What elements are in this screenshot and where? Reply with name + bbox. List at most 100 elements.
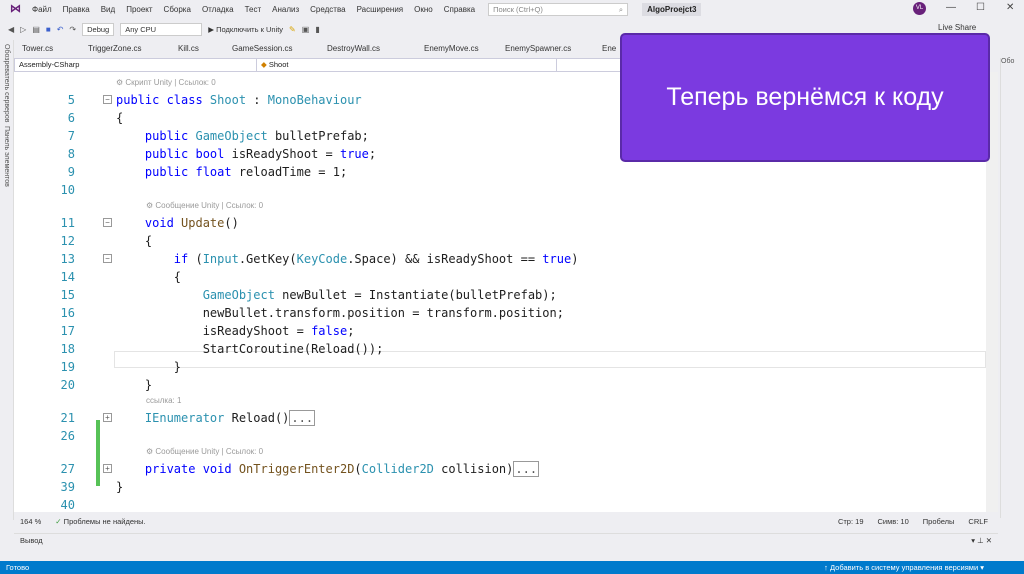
platform-select[interactable]: Any CPU <box>120 22 203 36</box>
class-dropdown[interactable]: ◆ Shoot <box>257 59 557 71</box>
save-icon[interactable]: ■ <box>46 25 51 34</box>
toolbar-icon[interactable]: ✎ <box>289 25 296 34</box>
line-number: 9 <box>67 165 75 179</box>
project-label: Assembly-CSharp <box>19 60 80 69</box>
code-text: } <box>116 478 123 496</box>
codelens: ⚙ Сообщение Unity | Ссылок: 0 <box>14 199 986 213</box>
back-icon[interactable]: ◀ <box>8 25 14 34</box>
expand-icon[interactable]: + <box>103 413 112 422</box>
menu-view[interactable]: Вид <box>101 5 115 14</box>
code-token: } <box>116 360 182 374</box>
line-number: 11 <box>60 216 75 230</box>
menu-edit[interactable]: Правка <box>63 5 90 14</box>
menu-project[interactable]: Проект <box>126 5 152 14</box>
code-text: { <box>116 268 181 286</box>
code-text: isReadyShoot = false; <box>116 322 355 340</box>
code-token: Input <box>202 252 239 266</box>
tab-triggerzone[interactable]: TriggerZone.cs <box>88 44 142 53</box>
new-file-icon[interactable]: ▤ <box>32 25 40 34</box>
close-output-icon[interactable]: ▾ ⊥ ✕ <box>971 536 992 545</box>
code-token: KeyCode <box>296 252 348 266</box>
avatar[interactable]: VL <box>913 2 926 15</box>
codelens-text[interactable]: ⚙ Скрипт Unity | Ссылок: 0 <box>116 76 216 90</box>
left-tool-tabs: Обозреватель серверов Панель элементов <box>0 40 14 520</box>
line-number: 18 <box>60 342 75 356</box>
project-dropdown[interactable]: Assembly-CSharp <box>15 59 257 71</box>
attach-unity-button[interactable]: ▶ Подключить к Unity <box>208 25 283 34</box>
line-endings[interactable]: CRLF <box>968 517 988 526</box>
zoom-level[interactable]: 164 % <box>20 517 41 526</box>
minimize-icon[interactable]: — <box>946 2 956 13</box>
toolbox-tab[interactable]: Панель элементов <box>3 126 10 187</box>
menu-file[interactable]: Файл <box>32 5 52 14</box>
redo-icon[interactable]: ↷ <box>69 25 76 34</box>
menu-window[interactable]: Окно <box>414 5 433 14</box>
code-token: ( <box>354 462 362 476</box>
search-input[interactable]: Поиск (Ctrl+Q) ⌕ <box>488 2 629 16</box>
line-number: 20 <box>60 378 75 392</box>
menu-help[interactable]: Справка <box>444 5 475 14</box>
code-token: public float <box>116 165 232 179</box>
line-number: 15 <box>60 288 75 302</box>
code-line: 18 StartCoroutine(Reload()); <box>14 340 986 358</box>
collapse-icon[interactable]: − <box>103 254 112 263</box>
bookmark-icon[interactable]: ▮ <box>315 25 319 34</box>
server-explorer-tab[interactable]: Обозреватель серверов <box>3 44 10 122</box>
code-line: 26 <box>14 427 986 445</box>
close-icon[interactable]: ✕ <box>1006 2 1014 13</box>
tab-enemyspawner[interactable]: EnemySpawner.cs <box>505 44 571 53</box>
menu-tools[interactable]: Средства <box>310 5 345 14</box>
menu-build[interactable]: Сборка <box>164 5 191 14</box>
collapse-icon[interactable]: − <box>103 218 112 227</box>
code-token: true <box>542 252 572 266</box>
ready-status: Готово <box>6 563 30 572</box>
code-token: true <box>339 147 369 161</box>
code-token: false <box>311 324 348 338</box>
line-number: 16 <box>60 306 75 320</box>
undo-icon[interactable]: ↶ <box>57 25 64 34</box>
collapsed-region[interactable]: ... <box>513 461 540 477</box>
tab-destroywall[interactable]: DestroyWall.cs <box>327 44 380 53</box>
code-text: { <box>116 109 123 127</box>
right-panel-tab[interactable]: Обо <box>1001 58 1014 65</box>
tab-gamesession[interactable]: GameSession.cs <box>232 44 292 53</box>
code-token: newBullet.transform.position = transform… <box>116 306 564 320</box>
maximize-icon[interactable]: ☐ <box>976 2 985 13</box>
problems-status[interactable]: ✓ Проблемы не найдены. <box>55 517 145 526</box>
add-to-source-control[interactable]: ↑ Добавить в систему управления версиями… <box>824 563 984 572</box>
code-text: { <box>116 232 152 250</box>
tab-enemymove[interactable]: EnemyMove.cs <box>424 44 479 53</box>
expand-icon[interactable]: + <box>103 464 112 473</box>
live-share-button[interactable]: Live Share <box>938 23 976 32</box>
tab-kill[interactable]: Kill.cs <box>178 44 199 53</box>
code-text: public class Shoot : MonoBehaviour <box>116 91 362 109</box>
code-text: } <box>116 376 152 394</box>
tab-tower[interactable]: Tower.cs <box>22 44 53 53</box>
class-label: Shoot <box>268 60 289 69</box>
menu-debug[interactable]: Отладка <box>202 5 234 14</box>
toolbar-icon[interactable]: ▣ <box>302 25 310 34</box>
column-number: Симв: 10 <box>877 516 909 526</box>
code-token: public bool <box>116 147 225 161</box>
code-token: bulletPrefab; <box>267 129 369 143</box>
menu-analyze[interactable]: Анализ <box>272 5 299 14</box>
collapse-icon[interactable]: − <box>103 95 112 104</box>
codelens-text[interactable]: ⚙ Сообщение Unity | Ссылок: 0 <box>146 445 263 459</box>
code-token: { <box>116 234 153 248</box>
menu-extensions[interactable]: Расширения <box>357 5 404 14</box>
collapsed-region[interactable]: ... <box>289 410 316 426</box>
whitespace-mode[interactable]: Пробелы <box>923 517 955 526</box>
codelens-text[interactable]: ⚙ Сообщение Unity | Ссылок: 0 <box>146 199 263 213</box>
menu-test[interactable]: Тест <box>245 5 262 14</box>
forward-icon[interactable]: ▷ <box>20 25 26 34</box>
tab-enemy-truncated[interactable]: Ene <box>602 44 616 53</box>
codelens-text[interactable]: ссылка: 1 <box>146 394 181 408</box>
code-line: 16 newBullet.transform.position = transf… <box>14 304 986 322</box>
output-panel: Вывод ▾ ⊥ ✕ <box>14 533 998 559</box>
code-token: { <box>116 270 182 284</box>
code-token: public class <box>116 93 210 107</box>
configuration-select[interactable]: Debug <box>82 22 115 36</box>
code-token: OnTriggerEnter2D <box>238 462 355 476</box>
code-text: public float reloadTime = 1; <box>116 163 347 181</box>
code-line: 14 { <box>14 268 986 286</box>
